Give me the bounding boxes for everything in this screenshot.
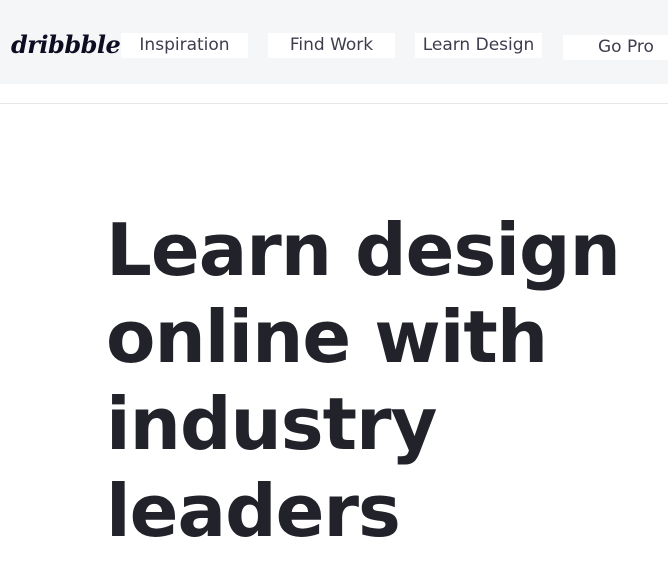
dribbble-logo[interactable]: dribbble (11, 30, 121, 60)
nav-learn-design[interactable]: Learn Design (415, 33, 542, 58)
hero-title: Learn design online with industry leader… (106, 207, 646, 555)
site-header: dribbble Inspiration Find Work Learn Des… (0, 0, 668, 84)
hero-title-line: industry (106, 382, 437, 466)
nav-find-work[interactable]: Find Work (268, 33, 395, 58)
nav-go-pro[interactable]: Go Pro (563, 35, 668, 60)
header-divider (0, 103, 668, 104)
hero-title-line: online with (106, 295, 548, 379)
hero-title-line: leaders (106, 469, 401, 553)
nav-inspiration[interactable]: Inspiration (121, 33, 248, 58)
hero-title-line: Learn design (106, 208, 621, 292)
